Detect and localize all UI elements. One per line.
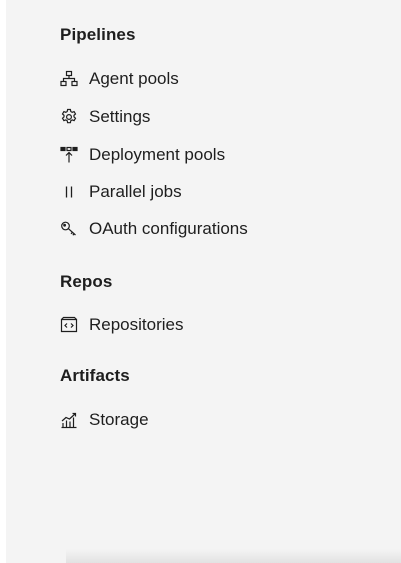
nav-label-oauth-configurations: OAuth configurations [89,219,248,238]
nav-item-agent-pools[interactable]: Agent pools [58,66,179,92]
nav-item-repositories[interactable]: Repositories [58,312,184,338]
nav-label-storage: Storage [89,410,149,429]
nav-item-parallel-jobs[interactable]: Parallel jobs [58,179,182,205]
parallel-jobs-icon [58,181,80,203]
panel-bottom-shadow [66,549,401,563]
section-header-artifacts: Artifacts [60,366,130,385]
nav-item-storage[interactable]: Storage [58,407,149,433]
key-icon [58,218,80,240]
nav-item-deployment-pools[interactable]: Deployment pools [58,142,225,168]
repository-icon [58,314,80,336]
nav-label-deployment-pools: Deployment pools [89,145,226,164]
agent-pools-icon [58,68,80,90]
nav-item-settings[interactable]: Settings [58,104,150,130]
settings-nav-panel: Pipelines Agent pools Settings Deploymen… [6,0,401,563]
nav-item-oauth-configurations[interactable]: OAuth configurations [58,216,248,242]
nav-label-settings: Settings [89,107,151,126]
nav-label-repositories: Repositories [89,315,184,334]
deployment-pools-icon [58,144,80,166]
nav-label-parallel-jobs: Parallel jobs [89,182,182,201]
section-header-pipelines: Pipelines [60,25,136,44]
gear-icon [58,106,80,128]
storage-chart-icon [58,409,80,431]
section-header-repos: Repos [60,272,113,291]
nav-label-agent-pools: Agent pools [89,69,179,88]
